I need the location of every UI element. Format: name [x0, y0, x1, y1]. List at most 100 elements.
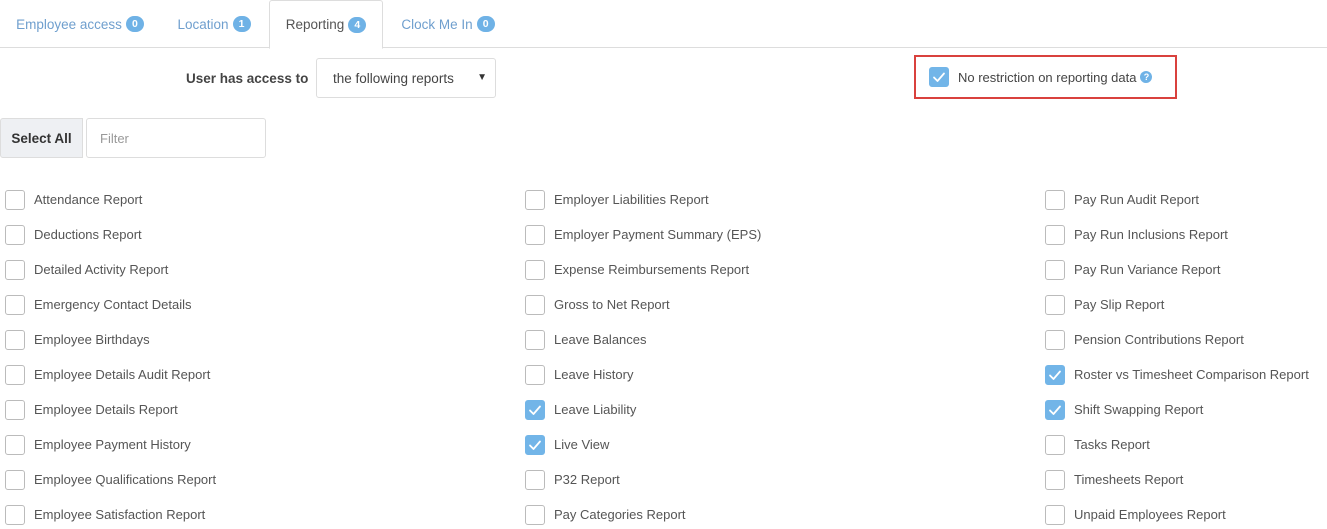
report-item[interactable]: Leave History — [525, 357, 761, 392]
report-label: Pay Slip Report — [1074, 297, 1165, 312]
tab-location[interactable]: Location 1 — [160, 0, 268, 48]
no-restriction-checkbox[interactable] — [929, 67, 949, 87]
report-checkbox[interactable] — [5, 329, 25, 350]
checkmark-icon — [529, 405, 541, 415]
report-item[interactable]: P32 Report — [525, 462, 761, 497]
report-label: Employee Satisfaction Report — [34, 507, 206, 522]
report-label: Pay Run Audit Report — [1074, 192, 1200, 207]
report-label: Roster vs Timesheet Comparison Report — [1074, 367, 1309, 382]
report-column-2: Employer Liabilities Report Employer Paym… — [525, 182, 761, 529]
report-checkbox[interactable] — [5, 469, 25, 490]
report-checkbox[interactable] — [1045, 364, 1065, 385]
report-checkbox[interactable] — [1045, 259, 1065, 280]
report-item[interactable]: Employee Payment History — [5, 427, 216, 462]
no-restriction-label: No restriction on reporting data — [958, 69, 1137, 85]
report-checkbox[interactable] — [1045, 294, 1065, 315]
report-checkbox[interactable] — [5, 434, 25, 455]
report-item[interactable]: Employee Details Audit Report — [5, 357, 216, 392]
report-item[interactable]: Leave Balances — [525, 322, 761, 357]
report-checkbox[interactable] — [1045, 399, 1065, 420]
report-label: Employee Details Audit Report — [34, 367, 211, 382]
tab-label: Clock Me In — [401, 16, 473, 32]
report-checkbox[interactable] — [5, 294, 25, 315]
report-item[interactable]: Detailed Activity Report — [5, 252, 216, 287]
caret-down-icon: ▼ — [477, 72, 487, 83]
report-item[interactable]: Gross to Net Report — [525, 287, 761, 322]
report-label: Expense Reimbursements Report — [554, 262, 750, 277]
filter-input[interactable] — [86, 118, 266, 158]
report-label: Employee Qualifications Report — [34, 472, 217, 487]
report-label: Emergency Contact Details — [34, 297, 192, 312]
report-label: Employee Payment History — [34, 437, 191, 452]
report-checkbox[interactable] — [525, 364, 545, 385]
report-label: Attendance Report — [34, 192, 143, 207]
report-checkbox[interactable] — [1045, 189, 1065, 210]
report-item[interactable]: Attendance Report — [5, 182, 216, 217]
report-checkbox[interactable] — [525, 259, 545, 280]
tab-count-badge: 1 — [232, 16, 251, 32]
access-label: User has access to — [186, 71, 309, 86]
report-item[interactable]: Employee Details Report — [5, 392, 216, 427]
report-checkbox[interactable] — [525, 189, 545, 210]
report-checkbox[interactable] — [5, 504, 25, 525]
report-label: Employee Birthdays — [34, 332, 150, 347]
report-item[interactable]: Roster vs Timesheet Comparison Report — [1045, 357, 1309, 392]
report-checkbox[interactable] — [525, 224, 545, 245]
report-item[interactable]: Emergency Contact Details — [5, 287, 216, 322]
report-item[interactable]: Pay Run Audit Report — [1045, 182, 1309, 217]
report-checkbox[interactable] — [1045, 504, 1065, 525]
report-checkbox[interactable] — [5, 189, 25, 210]
help-icon[interactable]: ? — [1140, 71, 1153, 83]
report-item[interactable]: Pay Run Variance Report — [1045, 252, 1309, 287]
report-item[interactable]: Deductions Report — [5, 217, 216, 252]
report-item[interactable]: Pay Categories Report — [525, 497, 761, 529]
tab-reporting[interactable]: Reporting 4 — [269, 0, 383, 49]
report-item[interactable]: Employee Birthdays — [5, 322, 216, 357]
report-access-select[interactable]: the following reports ▼ — [316, 58, 496, 98]
report-label: Employer Liabilities Report — [554, 192, 709, 207]
report-checkbox[interactable] — [5, 399, 25, 420]
report-label: Detailed Activity Report — [34, 262, 169, 277]
tab-count-badge: 4 — [348, 16, 367, 33]
report-item[interactable]: Employee Qualifications Report — [5, 462, 216, 497]
report-checkbox[interactable] — [1045, 224, 1065, 245]
report-checkbox[interactable] — [525, 329, 545, 350]
report-item[interactable]: Timesheets Report — [1045, 462, 1309, 497]
report-checkbox[interactable] — [5, 364, 25, 385]
report-checkbox[interactable] — [1045, 469, 1065, 490]
tab-bar: Employee access 0 Location 1 Reporting 4… — [0, 0, 1327, 49]
report-item[interactable]: Employer Liabilities Report — [525, 182, 761, 217]
select-all-button[interactable]: Select All — [0, 118, 83, 158]
report-item[interactable]: Pay Run Inclusions Report — [1045, 217, 1309, 252]
tab-count-badge: 0 — [125, 16, 144, 32]
report-item[interactable]: Shift Swapping Report — [1045, 392, 1309, 427]
report-label: Leave History — [554, 367, 634, 382]
tab-clock-me-in[interactable]: Clock Me In 0 — [383, 0, 513, 48]
report-item[interactable]: Pension Contributions Report — [1045, 322, 1309, 357]
report-label: P32 Report — [554, 472, 620, 487]
tab-label: Reporting — [285, 17, 345, 32]
report-item[interactable]: Expense Reimbursements Report — [525, 252, 761, 287]
tab-employee-access[interactable]: Employee access 0 — [0, 0, 160, 48]
report-label: Deductions Report — [34, 227, 142, 242]
report-item[interactable]: Pay Slip Report — [1045, 287, 1309, 322]
checkmark-icon — [529, 440, 541, 450]
report-item[interactable]: Tasks Report — [1045, 427, 1309, 462]
report-checkbox[interactable] — [1045, 329, 1065, 350]
report-item[interactable]: Live View — [525, 427, 761, 462]
tab-count-badge: 0 — [476, 16, 495, 32]
report-checkbox[interactable] — [525, 434, 545, 455]
report-checkbox[interactable] — [525, 294, 545, 315]
report-item[interactable]: Unpaid Employees Report — [1045, 497, 1309, 529]
report-item[interactable]: Employee Satisfaction Report — [5, 497, 216, 529]
report-checkbox[interactable] — [1045, 434, 1065, 455]
report-checkbox[interactable] — [525, 504, 545, 525]
report-checkbox[interactable] — [5, 259, 25, 280]
report-item[interactable]: Employer Payment Summary (EPS) — [525, 217, 761, 252]
report-item[interactable]: Leave Liability — [525, 392, 761, 427]
report-checkbox[interactable] — [5, 224, 25, 245]
report-checkbox[interactable] — [525, 469, 545, 490]
report-checkbox[interactable] — [525, 399, 545, 420]
report-label: Unpaid Employees Report — [1074, 507, 1226, 522]
report-label: Employer Payment Summary (EPS) — [554, 227, 762, 242]
